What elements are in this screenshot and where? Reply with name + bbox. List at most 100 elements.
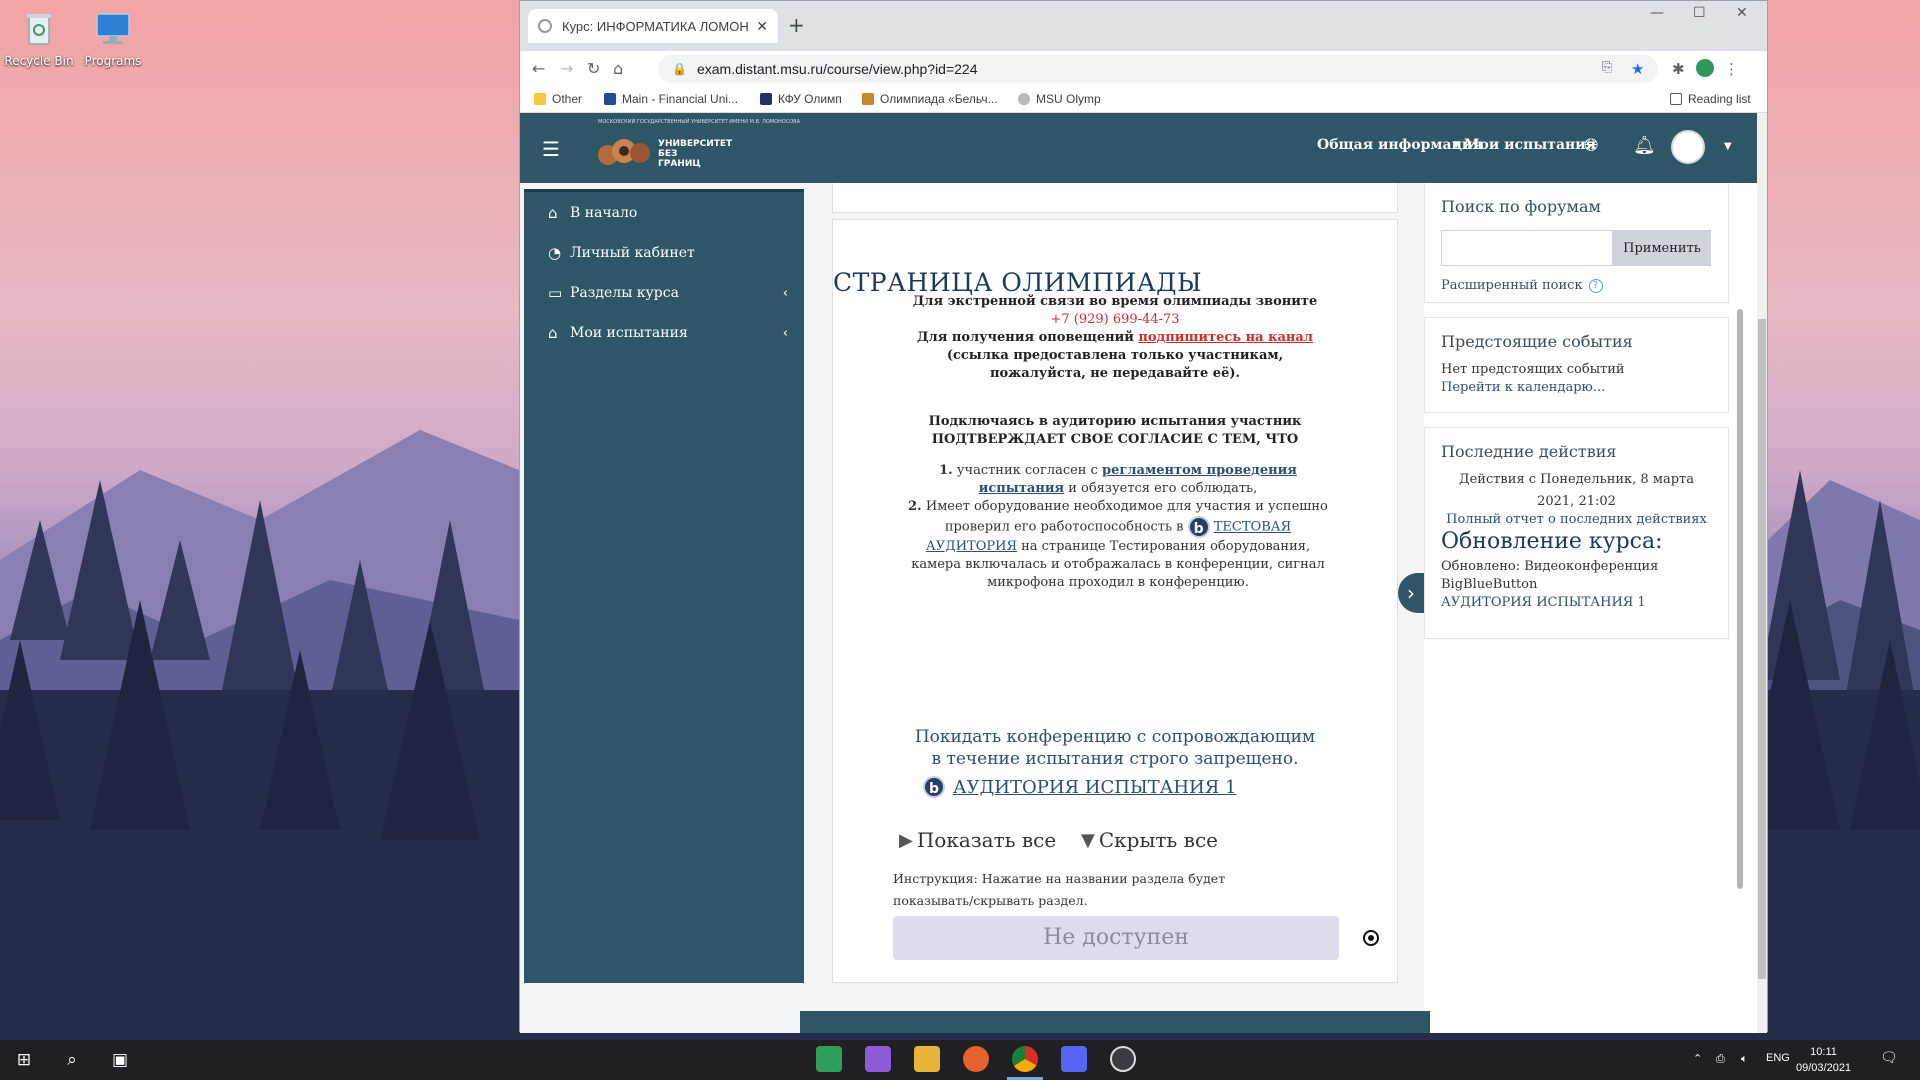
notifications-icon[interactable]: 🗨︎ bbox=[1880, 1050, 1898, 1066]
windows-start-icon[interactable]: ⊞ bbox=[12, 1048, 36, 1072]
translate-icon[interactable]: ⎘ bbox=[1602, 60, 1612, 75]
tray-chevron-icon[interactable]: ⌃ bbox=[1693, 1052, 1702, 1065]
folder-icon: ▭ bbox=[548, 284, 563, 302]
browser-tab[interactable]: Курс: ИНФОРМАТИКА ЛОМОН ✕ bbox=[528, 9, 778, 43]
clock-time: 10:11 bbox=[1810, 1046, 1837, 1058]
help-icon[interactable]: ? bbox=[1588, 278, 1603, 293]
search-icon[interactable]: ⌕ bbox=[60, 1048, 84, 1072]
chevron-left-icon[interactable]: ‹ bbox=[783, 286, 788, 301]
recent-activity-block: Последние действия Действия с Понедельни… bbox=[1424, 427, 1729, 639]
chevron-right-icon[interactable]: › bbox=[1398, 573, 1424, 613]
bookmark-star-icon[interactable]: ★ bbox=[1631, 60, 1644, 78]
language-indicator[interactable]: ENG bbox=[1766, 1052, 1790, 1064]
apply-button[interactable]: Применить bbox=[1613, 230, 1711, 266]
back-icon[interactable]: ← bbox=[532, 59, 545, 78]
lock-icon: 🔒 bbox=[672, 62, 687, 76]
agreement-item-2: 2. Имеет оборудование необходимое для уч… bbox=[908, 499, 1328, 590]
building-icon bbox=[760, 93, 772, 105]
sidebar-item-home[interactable]: ⌂ В начало bbox=[548, 201, 788, 225]
subscribe-channel-link[interactable]: подпишитесь на канал bbox=[1138, 330, 1313, 345]
new-tab-icon[interactable]: + bbox=[788, 13, 805, 37]
url-text: exam.distant.msu.ru/course/view.php?id=2… bbox=[696, 61, 978, 77]
content-scrollbar[interactable] bbox=[1736, 189, 1744, 1033]
volume-icon[interactable]: 🔈︎ bbox=[1741, 1052, 1748, 1066]
desktop-icon-programs[interactable]: Programs bbox=[78, 8, 148, 68]
updated-room-link[interactable]: АУДИТОРИЯ ИСПЫТАНИЯ 1 bbox=[1441, 594, 1712, 612]
firefox-icon[interactable] bbox=[963, 1046, 989, 1072]
minimize-icon[interactable]: — bbox=[1650, 5, 1664, 21]
maximize-icon[interactable]: ☐ bbox=[1693, 5, 1706, 21]
agreement-line-1: Подключаясь в аудиторию испытания участн… bbox=[928, 414, 1302, 429]
file-explorer-icon[interactable] bbox=[914, 1046, 940, 1072]
block-title: Предстоящие события bbox=[1441, 332, 1633, 351]
chevron-left-icon[interactable]: ‹ bbox=[783, 326, 788, 341]
taskbar: ⊞ ⌕ ▣ ⌃ ⎙ 🔈︎ ENG 10:11 09/03/2021 🗨︎ bbox=[0, 1040, 1920, 1080]
sidebar-item-course-sections[interactable]: ▭ Разделы курса ‹ bbox=[548, 281, 788, 305]
desktop-icon-recycle-bin[interactable]: Recycle Bin bbox=[4, 8, 74, 68]
site-header: ☰ МОСКОВСКИЙ ГОСУДАРСТВЕННЫЙ УНИВЕРСИТЕТ… bbox=[520, 113, 1757, 183]
agreement-line-2: ПОДТВЕРЖДАЕТ СВОЕ СОГЛАСИЕ С ТЕМ, ЧТО bbox=[931, 432, 1299, 447]
reading-list-icon bbox=[1670, 93, 1682, 105]
notify-note-2: пожалуйста, не передавайте её). bbox=[989, 366, 1241, 381]
visual-studio-icon[interactable] bbox=[865, 1046, 891, 1072]
notification-bell-icon[interactable]: 🔔︎ bbox=[1633, 135, 1656, 156]
bookmark-financial[interactable]: Main - Financial Uni... bbox=[604, 92, 738, 106]
block-title: Поиск по форумам bbox=[1441, 197, 1601, 216]
triangle-down-icon: ▼ bbox=[1081, 829, 1095, 851]
full-report-link[interactable]: Полный отчет о последних действиях bbox=[1441, 513, 1712, 527]
exam-room-link[interactable]: b АУДИТОРИЯ ИСПЫТАНИЯ 1 bbox=[923, 776, 1236, 798]
calendar-link[interactable]: Перейти к календарю... bbox=[1441, 381, 1712, 395]
show-all-toggle[interactable]: ▶ Показать все bbox=[899, 828, 1056, 852]
activity-since: Действия с Понедельник, 8 марта 2021, 21… bbox=[1459, 472, 1694, 509]
profile-icon[interactable] bbox=[1696, 59, 1714, 77]
tab-bar: Курс: ИНФОРМАТИКА ЛОМОН ✕ + — ☐ ✕ bbox=[520, 1, 1767, 51]
forum-search-form: Применить bbox=[1441, 230, 1712, 266]
user-avatar[interactable] bbox=[1671, 130, 1705, 164]
site-logo[interactable]: МОСКОВСКИЙ ГОСУДАРСТВЕННЫЙ УНИВЕРСИТЕТ И… bbox=[594, 119, 800, 177]
network-icon[interactable]: ⎙ bbox=[1716, 1052, 1725, 1066]
dashboard-icon: ◔ bbox=[548, 244, 562, 262]
task-view-icon[interactable]: ▣ bbox=[108, 1048, 132, 1072]
app-icon[interactable] bbox=[1110, 1046, 1136, 1072]
web-page: ☰ МОСКОВСКИЙ ГОСУДАРСТВЕННЫЙ УНИВЕРСИТЕТ… bbox=[520, 113, 1767, 1033]
forward-icon[interactable]: → bbox=[560, 59, 573, 78]
pycharm-icon[interactable] bbox=[816, 1046, 842, 1072]
url-field[interactable]: 🔒 exam.distant.msu.ru/course/view.php?id… bbox=[658, 55, 1658, 83]
block-title: Последние действия bbox=[1441, 442, 1617, 461]
forum-search-input[interactable] bbox=[1441, 230, 1613, 266]
hamburger-menu-icon[interactable]: ☰ bbox=[542, 137, 560, 161]
hide-all-toggle[interactable]: ▼ Скрыть все bbox=[1081, 828, 1218, 852]
nav-my-tests[interactable]: Мои испытания bbox=[1464, 137, 1596, 153]
user-menu-caret-icon[interactable]: ▼ bbox=[1724, 141, 1732, 152]
emergency-text: Для экстренной связи во время олимпиады … bbox=[912, 294, 1318, 309]
language-globe-icon[interactable]: 🌐︎ bbox=[1584, 135, 1598, 156]
sidebar-item-my-tests[interactable]: ⌂ Мои испытания ‹ bbox=[548, 321, 788, 345]
page-scrollbar[interactable] bbox=[1757, 113, 1767, 1033]
caret-down-icon[interactable]: ▼ bbox=[1453, 140, 1460, 150]
sidebar-item-label: Мои испытания bbox=[570, 325, 688, 341]
exam-room-link-text[interactable]: АУДИТОРИЯ ИСПЫТАНИЯ 1 bbox=[953, 777, 1236, 798]
bookmark-kfu[interactable]: КФУ Олимп bbox=[760, 92, 842, 106]
reload-icon[interactable]: ↻ bbox=[587, 59, 600, 78]
advanced-search-link[interactable]: Расширенный поиск bbox=[1441, 278, 1583, 293]
browser-window: Курс: ИНФОРМАТИКА ЛОМОН ✕ + — ☐ ✕ ← → ↻ … bbox=[519, 0, 1768, 1033]
system-clock[interactable]: 10:11 09/03/2021 bbox=[1796, 1044, 1851, 1076]
discord-icon[interactable] bbox=[1061, 1046, 1087, 1072]
menu-dots-icon[interactable]: ⋮ bbox=[1724, 60, 1739, 78]
recycle-bin-icon bbox=[18, 8, 60, 50]
extensions-icon[interactable]: ✱ bbox=[1672, 60, 1685, 78]
bookmark-msu[interactable]: MSU Olymp bbox=[1018, 92, 1101, 106]
bookmark-belch[interactable]: Олимпиада «Бельч... bbox=[862, 92, 998, 106]
not-available-button[interactable]: Не доступен bbox=[893, 916, 1339, 960]
close-window-icon[interactable]: ✕ bbox=[1736, 5, 1748, 21]
radio-indicator-icon[interactable] bbox=[1363, 930, 1379, 946]
page-title: СТРАНИЦА ОЛИМПИАДЫ bbox=[833, 268, 1203, 297]
reading-list[interactable]: Reading list bbox=[1670, 92, 1751, 106]
home-icon[interactable]: ⌂ bbox=[613, 59, 623, 78]
bookmark-other[interactable]: Other bbox=[534, 92, 582, 106]
triangle-right-icon: ▶ bbox=[899, 829, 913, 851]
sidebar-item-dashboard[interactable]: ◔ Личный кабинет bbox=[548, 241, 788, 265]
close-tab-icon[interactable]: ✕ bbox=[756, 18, 768, 35]
chrome-icon[interactable] bbox=[1012, 1046, 1038, 1072]
clock-date: 09/03/2021 bbox=[1796, 1062, 1852, 1074]
